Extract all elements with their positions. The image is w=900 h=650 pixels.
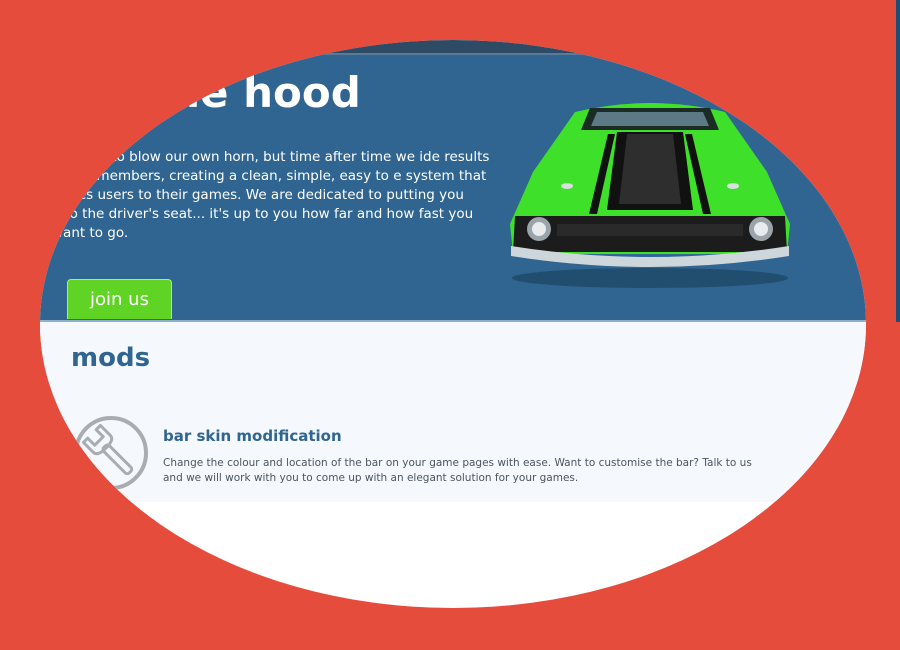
hero-description: n't want to blow our own horn, but time … (52, 149, 490, 241)
screenshot-frame: · · the hood n't want to blow our own ho… (0, 0, 900, 650)
hero-title: the hood (150, 68, 361, 117)
web-page: · · the hood n't want to blow our own ho… (40, 40, 866, 608)
car-image (510, 103, 790, 288)
mod-item-title: bar skin modification (163, 427, 342, 445)
nav-fragments: · · (400, 40, 522, 45)
wrench-icon (74, 416, 148, 490)
oval-viewport: · · the hood n't want to blow our own ho… (40, 40, 866, 608)
top-navigation-bar: · · (40, 40, 866, 55)
mod-item-description: Change the colour and location of the ba… (163, 457, 752, 484)
join-us-button[interactable]: join us (67, 279, 172, 319)
page-edge-strip (896, 0, 900, 322)
mods-heading: mods (71, 343, 151, 373)
